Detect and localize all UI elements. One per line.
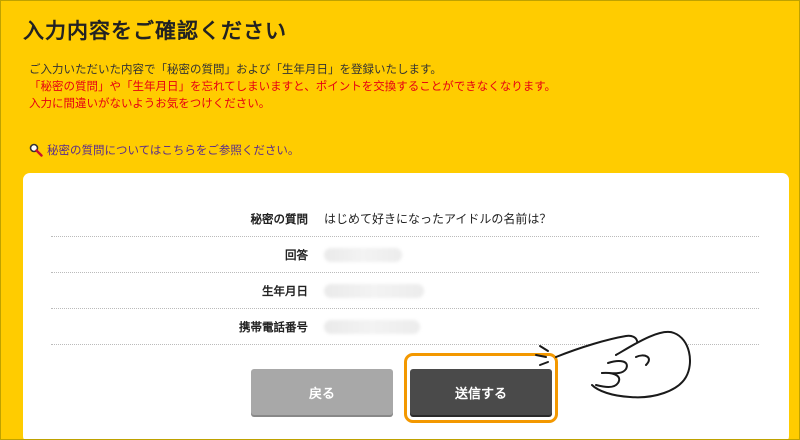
table-row: 秘密の質問 はじめて好きになったアイドルの名前は？ (51, 201, 759, 237)
row-label-answer: 回答 (285, 247, 308, 262)
magnifier-icon (29, 143, 43, 157)
row-value-birthdate-redacted (324, 283, 424, 298)
pointing-hand-icon (535, 330, 691, 399)
warning-line-1: 「秘密の質問」や「生年月日」を忘れてしまいますと、ポイントを交換することができな… (29, 79, 557, 93)
row-label-birthdate: 生年月日 (262, 283, 308, 298)
warning-line-2: 入力に間違いがないようお気をつけください。 (29, 96, 271, 110)
row-label-secret-question: 秘密の質問 (250, 211, 309, 226)
intro-text: ご入力いただいた内容で「秘密の質問」および「生年月日」を登録いたします。 「秘密… (29, 61, 556, 112)
table-row: 生年月日 (51, 273, 759, 309)
help-link-label: 秘密の質問についてはこちらをご参照ください。 (47, 143, 300, 157)
intro-line: ご入力いただいた内容で「秘密の質問」および「生年月日」を登録いたします。 (29, 62, 442, 76)
secret-question-help-link[interactable]: 秘密の質問についてはこちらをご参照ください。 (29, 142, 299, 158)
row-value-secret-question: はじめて好きになったアイドルの名前は？ (324, 212, 552, 226)
page-title: 入力内容をご確認ください (23, 19, 287, 43)
row-value-answer-redacted (324, 247, 402, 262)
back-button[interactable]: 戻る (251, 369, 393, 415)
confirmation-page: 入力内容をご確認ください ご入力いただいた内容で「秘密の質問」および「生年月日」… (0, 0, 800, 440)
table-row: 回答 (51, 237, 759, 273)
row-value-mobile-redacted (324, 319, 420, 334)
row-label-mobile-number: 携帯電話番号 (239, 319, 308, 334)
